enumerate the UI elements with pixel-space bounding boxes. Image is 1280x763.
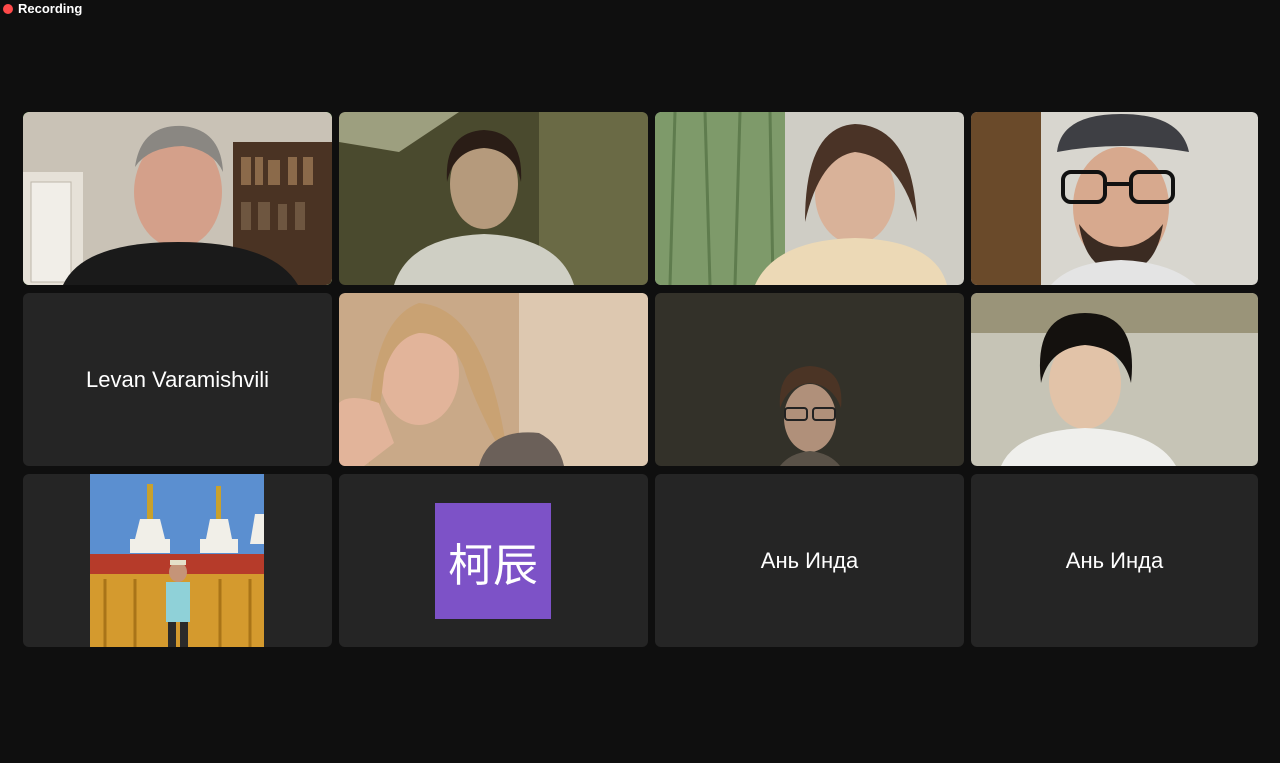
participant-tile-name-only[interactable]: Levan Varamishvili <box>23 293 332 466</box>
participant-tile-avatar[interactable]: 柯辰 <box>339 474 648 647</box>
participant-video <box>23 112 332 285</box>
recording-indicator: Recording <box>0 0 82 17</box>
participant-video <box>971 112 1258 285</box>
recording-label: Recording <box>18 1 83 16</box>
participant-video <box>971 293 1258 466</box>
participant-avatar: 柯辰 <box>435 503 551 619</box>
participant-name: Ань Инда <box>1065 547 1164 573</box>
participant-name: Ань Инда <box>760 547 859 573</box>
participant-tile-name-only[interactable]: Ань Инда <box>655 474 964 647</box>
participant-tile-video[interactable] <box>655 293 964 466</box>
participant-tile-video[interactable] <box>23 112 332 285</box>
participant-video <box>339 293 648 466</box>
participant-tile-photo[interactable] <box>23 474 332 647</box>
participant-tile-video[interactable] <box>339 293 648 466</box>
profile-photo <box>90 474 264 647</box>
participant-tile-video[interactable] <box>339 112 648 285</box>
participant-name: Levan Varamishvili <box>85 366 269 392</box>
avatar-initials: 柯辰 <box>447 538 538 592</box>
participant-video <box>655 112 964 285</box>
participant-grid: Levan Varamishvili 柯辰 Ань Инда Ань Инда <box>23 112 1258 647</box>
participant-tile-video[interactable] <box>971 293 1258 466</box>
participant-tile-name-only[interactable]: Ань Инда <box>971 474 1258 647</box>
participant-tile-video[interactable] <box>971 112 1258 285</box>
recording-dot-icon <box>3 3 13 14</box>
participant-video <box>655 293 964 466</box>
participant-tile-video[interactable] <box>655 112 964 285</box>
participant-video <box>339 112 648 285</box>
